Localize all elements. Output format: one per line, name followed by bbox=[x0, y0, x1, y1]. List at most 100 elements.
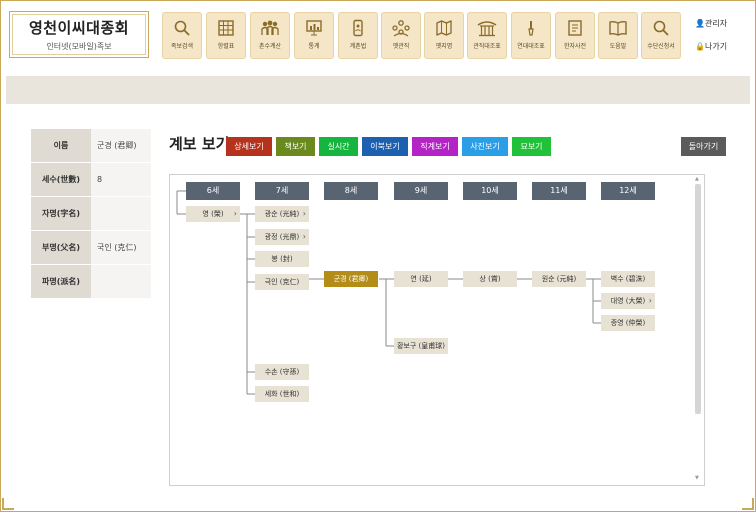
person-name: 상 (賞) bbox=[479, 275, 501, 283]
menu-kinship-terms[interactable]: 계촌법 bbox=[338, 12, 378, 59]
menu-era-comparison[interactable]: 연대대조표 bbox=[511, 12, 551, 59]
menu-office-comparison[interactable]: 관직대조표 bbox=[467, 12, 507, 59]
person-name: 원순 (元純) bbox=[541, 275, 577, 283]
lock-icon: 🔒 bbox=[695, 42, 705, 51]
grid-table-icon bbox=[218, 20, 234, 36]
realtime-view-button[interactable]: 실시간 bbox=[319, 137, 358, 156]
book-view-button[interactable]: 책보기 bbox=[276, 137, 315, 156]
info-row: 부명(父名) 국인 (克仁) bbox=[31, 230, 151, 265]
grave-view-button[interactable]: 묘보기 bbox=[512, 137, 551, 156]
info-row: 이름 군경 (君卿) bbox=[31, 129, 151, 163]
menu-label: 족보검색 bbox=[170, 43, 194, 50]
person-name: 군경 (君卿) bbox=[333, 275, 369, 283]
menu-old-offices[interactable]: 옛관직 bbox=[381, 12, 421, 59]
header-band bbox=[6, 76, 750, 104]
menu-label: 도움말 bbox=[609, 43, 627, 50]
info-key: 이름 bbox=[31, 129, 91, 163]
person-node[interactable]: 연 (延) bbox=[394, 271, 448, 287]
corner-ornament bbox=[742, 498, 754, 510]
menu-label: 촌수계산 bbox=[258, 43, 282, 50]
person-node[interactable]: 광순 (光純) › bbox=[255, 206, 309, 222]
menu-label: 옛관직 bbox=[392, 43, 410, 50]
scroll-up-arrow[interactable]: ▲ bbox=[695, 176, 699, 182]
person-name: 광순 (光純) bbox=[264, 210, 300, 218]
person-name: 황보구 (皇甫球) bbox=[396, 342, 445, 350]
pavilion-icon bbox=[477, 21, 497, 37]
page-title: 계보 보기 bbox=[169, 135, 230, 153]
menu-statistics[interactable]: 통계 bbox=[294, 12, 334, 59]
person-name: 벽수 (碧洙) bbox=[610, 275, 646, 283]
logout-label: 나가기 bbox=[704, 42, 728, 51]
info-value bbox=[91, 196, 151, 231]
person-name: 영 (榮) bbox=[202, 210, 224, 218]
person-node[interactable]: 봉 (封) bbox=[255, 251, 309, 267]
person-node[interactable]: 수손 (守孫) bbox=[255, 364, 309, 380]
info-key: 파명(派名) bbox=[31, 264, 91, 299]
generation-header: 9세 bbox=[394, 182, 448, 200]
info-row: 파명(派名) bbox=[31, 264, 151, 299]
top-navigation: 영천이씨대종회 인터넷(모바일)족보 족보검색 항렬표 촌수계산 통계 계촌법 … bbox=[1, 1, 755, 74]
person-name: 광정 (光鼎) bbox=[264, 233, 300, 241]
vertical-scrollbar[interactable] bbox=[695, 184, 701, 414]
site-title: 영천이씨대종회 bbox=[28, 19, 130, 37]
generation-header: 10세 bbox=[463, 182, 517, 200]
logout-link[interactable]: 🔒나가기 bbox=[695, 41, 727, 52]
info-key: 세수(世數) bbox=[31, 162, 91, 197]
corner-ornament bbox=[2, 498, 14, 510]
menu-label: 옛지명 bbox=[435, 43, 453, 50]
admin-link[interactable]: 👤관리자 bbox=[695, 18, 727, 29]
generation-header: 8세 bbox=[324, 182, 378, 200]
generation-header: 11세 bbox=[532, 182, 586, 200]
menu-old-place-names[interactable]: 옛지명 bbox=[424, 12, 464, 59]
site-logo[interactable]: 영천이씨대종회 인터넷(모바일)족보 bbox=[9, 11, 149, 58]
generation-header: 7세 bbox=[255, 182, 309, 200]
detail-view-button[interactable]: 상세보기 bbox=[226, 137, 272, 156]
person-info-table: 이름 군경 (君卿) 세수(世數) 8 자명(字名) 부명(父名) 국인 (克仁) 파… bbox=[31, 129, 151, 299]
info-key: 부명(父名) bbox=[31, 230, 91, 265]
info-value: 8 bbox=[91, 162, 151, 197]
person-node[interactable]: 벽수 (碧洙) bbox=[601, 271, 655, 287]
person-name: 봉 (封) bbox=[271, 255, 293, 263]
admin-label: 관리자 bbox=[704, 19, 728, 28]
menu-application-form[interactable]: 수단신청서 bbox=[641, 12, 681, 59]
photo-view-button[interactable]: 사진보기 bbox=[462, 137, 508, 156]
person-name: 연 (延) bbox=[410, 275, 432, 283]
ebook-view-button[interactable]: 이북보기 bbox=[362, 137, 408, 156]
back-button[interactable]: 돌아가기 bbox=[681, 137, 726, 156]
menu-label: 연대대조표 bbox=[517, 43, 545, 50]
person-node[interactable]: 광정 (光鼎) › bbox=[255, 229, 309, 245]
menu-hanja-dictionary[interactable]: 한자사전 bbox=[555, 12, 595, 59]
info-value: 군경 (君卿) bbox=[91, 129, 151, 163]
chevron-right-icon: › bbox=[233, 209, 237, 218]
menu-generation-table[interactable]: 항렬표 bbox=[206, 12, 246, 59]
chevron-right-icon: › bbox=[302, 232, 306, 241]
selected-person-node[interactable]: 군경 (君卿) bbox=[324, 271, 378, 287]
family-circle-icon bbox=[392, 20, 410, 37]
person-node[interactable]: 영 (榮) › bbox=[186, 206, 240, 222]
direct-line-view-button[interactable]: 직계보기 bbox=[412, 137, 458, 156]
generation-header: 12세 bbox=[601, 182, 655, 200]
open-book-icon bbox=[609, 20, 627, 36]
brush-icon bbox=[528, 21, 534, 36]
map-icon bbox=[436, 19, 452, 37]
chevron-right-icon: › bbox=[302, 209, 306, 218]
menu-help[interactable]: 도움말 bbox=[598, 12, 638, 59]
person-name: 수손 (守孫) bbox=[264, 368, 300, 376]
scroll-down-arrow[interactable]: ▼ bbox=[695, 475, 699, 481]
person-node[interactable]: 극인 (克仁) bbox=[255, 274, 309, 290]
person-node[interactable]: 황보구 (皇甫球) bbox=[394, 338, 448, 354]
dictionary-icon bbox=[568, 20, 582, 36]
menu-genealogy-search[interactable]: 족보검색 bbox=[162, 12, 202, 59]
person-name: 대영 (大榮) bbox=[610, 297, 646, 305]
people-group-icon bbox=[261, 20, 279, 35]
person-node[interactable]: 상 (賞) bbox=[463, 271, 517, 287]
person-node[interactable]: 대영 (大榮) › bbox=[601, 293, 655, 309]
chevron-right-icon: › bbox=[648, 296, 652, 305]
person-node[interactable]: 세화 (世和) bbox=[255, 386, 309, 402]
menu-kinship-calc[interactable]: 촌수계산 bbox=[250, 12, 290, 59]
magnifier-icon bbox=[174, 20, 190, 36]
person-node[interactable]: 원순 (元純) bbox=[532, 271, 586, 287]
person-node[interactable]: 증영 (仲榮) bbox=[601, 315, 655, 331]
site-subtitle: 인터넷(모바일)족보 bbox=[46, 42, 112, 51]
info-key: 자명(字名) bbox=[31, 196, 91, 231]
